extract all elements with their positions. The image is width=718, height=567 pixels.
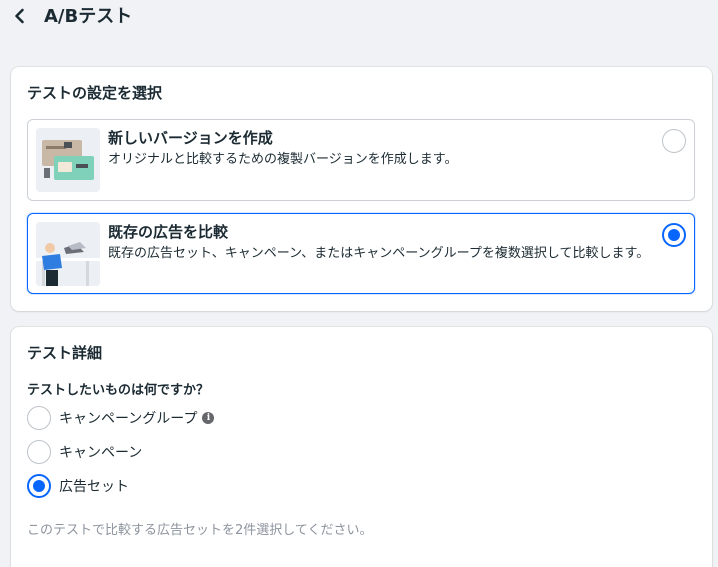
choice-campaign[interactable]: キャンペーン — [27, 439, 142, 465]
option-description: 既存の広告セット、キャンペーン、またはキャンペーングループを複数選択して比較しま… — [108, 246, 650, 261]
choice-ad-set[interactable]: 広告セット — [27, 473, 129, 499]
chevron-left-icon — [15, 8, 24, 24]
option-compare-existing-ads[interactable]: 既存の広告を比較 既存の広告セット、キャンペーン、またはキャンペーングループを複… — [27, 213, 695, 294]
choice-label: キャンペーングループ — [59, 411, 198, 427]
choice-campaign-group[interactable]: キャンペーングループ i — [27, 405, 215, 431]
test-setup-card: テストの設定を選択 新しいバージョンを作成 オリジナルと比較するための複製バージ… — [11, 67, 712, 311]
create-version-illustration — [36, 128, 100, 192]
choice-radio[interactable] — [27, 406, 51, 430]
option-radio-selected[interactable] — [662, 223, 686, 247]
option-title: 新しいバージョンを作成 — [108, 129, 273, 147]
choice-radio[interactable] — [27, 440, 51, 464]
test-details-title: テスト詳細 — [27, 344, 103, 362]
option-description: オリジナルと比較するための複製バージョンを作成します。 — [108, 152, 458, 167]
choice-label: 広告セット — [59, 479, 129, 495]
helper-text: このテストで比較する広告セットを2件選択してください。 — [27, 523, 373, 538]
page-title: A/Bテスト — [44, 6, 133, 27]
compare-ads-illustration — [36, 222, 100, 286]
test-setup-title: テストの設定を選択 — [27, 84, 163, 102]
choice-radio-selected[interactable] — [27, 474, 51, 498]
option-title: 既存の広告を比較 — [108, 223, 229, 241]
back-button[interactable] — [10, 6, 30, 26]
choice-label: キャンペーン — [59, 445, 143, 461]
test-question: テストしたいものは何ですか？ — [27, 383, 210, 398]
page-header: A/Bテスト — [0, 0, 718, 34]
option-create-new-version[interactable]: 新しいバージョンを作成 オリジナルと比較するための複製バージョンを作成します。 — [27, 119, 695, 201]
info-icon[interactable]: i — [202, 412, 215, 424]
test-details-card: テスト詳細 テストしたいものは何ですか？ キャンペーングループ i キャンペーン… — [11, 327, 712, 567]
option-radio[interactable] — [662, 129, 686, 153]
